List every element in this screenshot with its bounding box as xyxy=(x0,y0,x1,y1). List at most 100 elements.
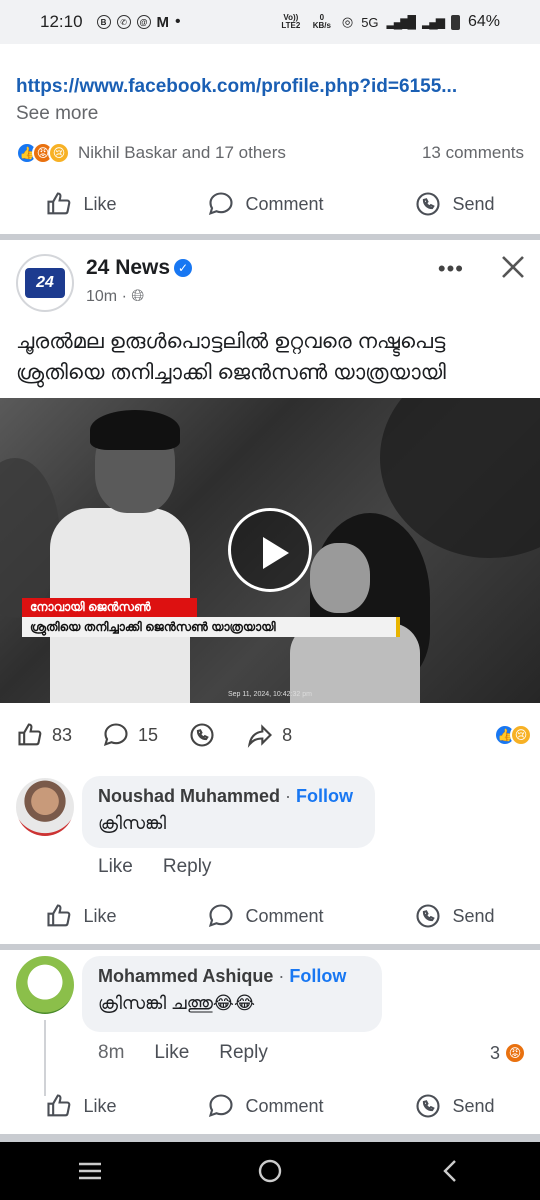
status-bar: 12:10 B ✆ @ M • Vo)) LTE2 0 KB/s ◎ 5G ▂▄▆… xyxy=(0,0,540,44)
commenter-name[interactable]: Mohammed Ashique xyxy=(98,966,273,986)
more-options-button[interactable]: ••• xyxy=(438,256,464,282)
video-person-left xyxy=(40,408,190,703)
commenter-name-row: Mohammed Ashique · Follow xyxy=(98,966,366,987)
comment-label: Comment xyxy=(245,193,324,214)
post-stats: 83 15 8 👍 😢 xyxy=(16,720,532,750)
hotspot-icon: ◎ xyxy=(341,14,354,29)
page-name[interactable]: 24 News ✓ xyxy=(86,256,193,280)
system-icons: Vo)) LTE2 0 KB/s ◎ 5G ▂▄▆█ ▂▄▆ 64% xyxy=(280,0,500,44)
thumbs-up-icon xyxy=(47,904,71,927)
back-button[interactable] xyxy=(430,1151,470,1191)
comment-reaction-count[interactable]: 3 😡 xyxy=(490,1042,526,1064)
send-label: Send xyxy=(452,1095,495,1116)
send-button[interactable]: Send xyxy=(414,902,494,930)
post-divider xyxy=(0,234,540,240)
page-name-text: 24 News xyxy=(86,256,171,279)
comment-text: ക്രിസങ്കി ചത്തു😂😂 xyxy=(98,993,255,1013)
reaction-count: 3 xyxy=(489,1042,500,1063)
post-divider xyxy=(0,944,540,950)
comment-button[interactable]: Comment xyxy=(207,190,323,218)
comment-button[interactable]: Comment xyxy=(207,1092,323,1120)
avatar[interactable] xyxy=(16,778,74,836)
home-button[interactable] xyxy=(250,1151,290,1191)
follow-button[interactable]: Follow xyxy=(296,786,353,806)
post-text: ചൂരൽമല ഉരുൾപൊട്ടലിൽ ഉറ്റവരെ നഷ്ടപെട്ട ശ്… xyxy=(16,330,446,384)
post-divider xyxy=(0,1134,540,1142)
shares-count: 8 xyxy=(282,724,293,745)
comments-count[interactable]: 13 comments xyxy=(422,143,524,163)
play-button[interactable] xyxy=(228,508,312,592)
comment-links: 8m Like Reply xyxy=(98,1042,268,1064)
post-header: 24 24 News ✓ 10m · 🌐︎ ••• xyxy=(16,254,526,314)
more-notifications-dot: • xyxy=(175,13,181,30)
android-nav-bar xyxy=(0,1142,540,1200)
comment-stat[interactable]: 15 xyxy=(102,721,158,749)
like-button[interactable]: Like xyxy=(45,902,117,930)
likes-count: 83 xyxy=(52,724,73,745)
whatsapp-icon xyxy=(190,723,214,747)
video-ticker-top: നോവായി ജെൻസൺ xyxy=(22,598,197,617)
post-time: 10m xyxy=(86,288,118,305)
whatsapp-icon xyxy=(416,904,440,928)
close-icon[interactable] xyxy=(500,254,526,280)
comment-like-link[interactable]: Like xyxy=(154,1042,189,1064)
like-button[interactable]: Like xyxy=(45,190,117,218)
comment-time: 8m xyxy=(98,1042,125,1063)
profile-link[interactable]: https://www.facebook.com/profile.php?id=… xyxy=(16,76,457,98)
comment-reply-link[interactable]: Reply xyxy=(163,856,212,878)
like-label: Like xyxy=(83,193,117,214)
whatsapp-icon xyxy=(416,1094,440,1118)
commenter-name-row: Noushad Muhammed · Follow xyxy=(98,786,359,807)
like-stat[interactable]: 83 xyxy=(16,721,72,749)
comment-bubble: Noushad Muhammed · Follow ക്രിസങ്കി xyxy=(82,776,375,848)
verified-badge-icon: ✓ xyxy=(174,259,193,277)
comment-icon xyxy=(209,904,234,928)
like-button[interactable]: Like xyxy=(45,1092,117,1120)
comment-like-link[interactable]: Like xyxy=(98,856,133,878)
share-stat[interactable]: 8 xyxy=(246,721,292,749)
comment-reply-link[interactable]: Reply xyxy=(219,1042,268,1064)
person-right-face xyxy=(310,543,370,613)
page-logo: 24 xyxy=(25,268,65,298)
avatar[interactable] xyxy=(16,956,74,1014)
battery-icon xyxy=(450,14,460,30)
comment-label: Comment xyxy=(245,1095,324,1116)
reactions-names[interactable]: Nikhil Baskar and 17 others xyxy=(78,143,286,163)
follow-button[interactable]: Follow xyxy=(289,966,346,986)
sad-reaction-icon: 😢 xyxy=(510,724,532,746)
share-icon xyxy=(247,724,273,748)
comment-icon xyxy=(209,1094,234,1118)
network-type: 5G xyxy=(361,14,379,30)
back-chevron-icon xyxy=(443,1160,456,1182)
sad-reaction-icon: 😢 xyxy=(48,142,70,164)
home-circle-icon xyxy=(258,1159,282,1183)
name-separator: · xyxy=(278,966,285,986)
whatsapp-send-stat[interactable] xyxy=(188,721,216,749)
comment-bubble: Mohammed Ashique · Follow ക്രിസങ്കി ചത്ത… xyxy=(82,956,382,1032)
angry-reaction-icon: 😡 xyxy=(504,1042,526,1064)
post-actions-bar: Like Comment Send xyxy=(0,182,540,226)
video-player[interactable]: നോവായി ജെൻസൺ ശ്രുതിയെ തനിച്ചാക്കി ജെൻസൺ … xyxy=(0,398,540,703)
thumbs-up-icon xyxy=(18,723,42,746)
comment-icon xyxy=(103,723,128,747)
comment-actions-bar-1: Like Comment Send xyxy=(0,894,540,938)
signal-icon: ▂▄▆█ xyxy=(386,15,417,29)
send-label: Send xyxy=(452,193,495,214)
whatsapp-icon xyxy=(416,192,440,216)
recents-button[interactable] xyxy=(70,1151,110,1191)
comments-count: 15 xyxy=(138,724,159,745)
see-more-link[interactable]: See more xyxy=(16,103,98,125)
post-meta: 10m · 🌐︎ xyxy=(86,288,145,305)
commenter-name[interactable]: Noushad Muhammed xyxy=(98,786,280,806)
threads-icon: @ xyxy=(136,15,151,29)
send-button[interactable]: Send xyxy=(414,190,494,218)
send-button[interactable]: Send xyxy=(414,1092,494,1120)
battery-percent: 64% xyxy=(467,13,500,30)
comment-button[interactable]: Comment xyxy=(207,902,323,930)
page-avatar[interactable]: 24 xyxy=(16,254,74,312)
b-icon: B xyxy=(96,15,111,29)
reaction-icons[interactable]: 👍 😢 xyxy=(494,724,532,746)
reactions-summary[interactable]: 👍 😡 😢 Nikhil Baskar and 17 others 13 com… xyxy=(16,141,524,165)
comment-links: Like Reply xyxy=(98,856,211,878)
thumbs-up-icon xyxy=(47,1094,71,1117)
